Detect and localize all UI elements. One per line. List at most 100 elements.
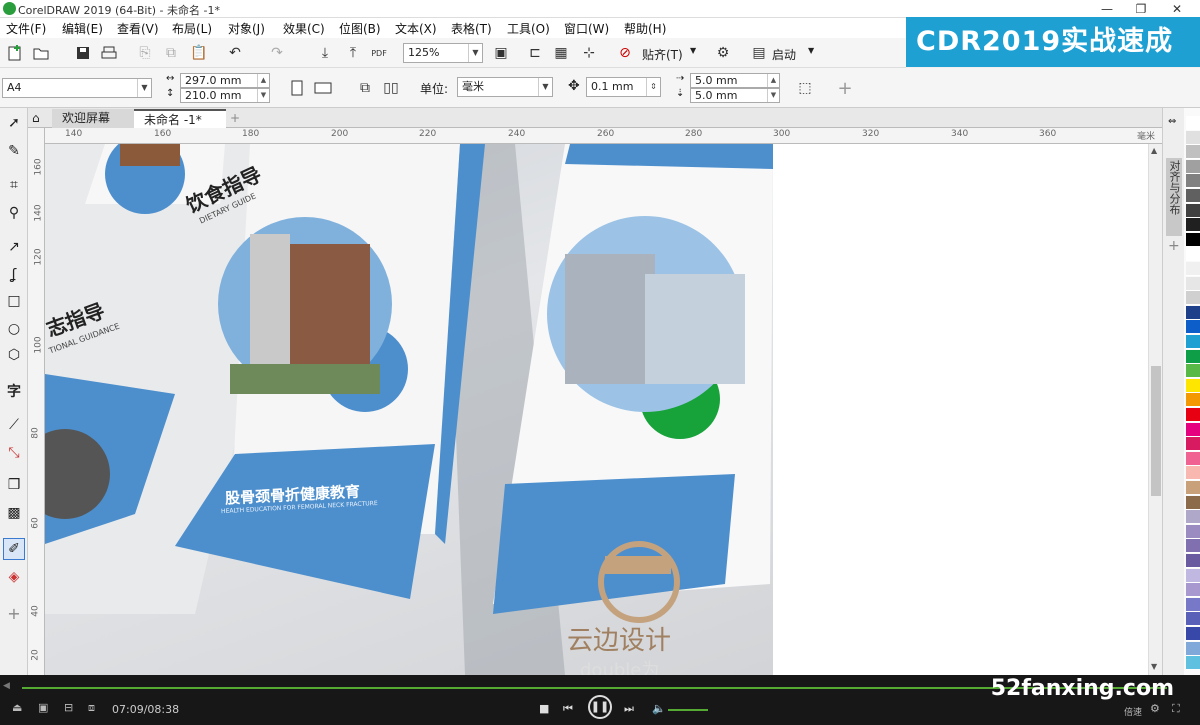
menu-object[interactable]: 对象(J) (228, 20, 265, 37)
previous-icon[interactable]: ⏮ (563, 702, 573, 716)
menu-file[interactable]: 文件(F) (6, 20, 46, 37)
scroll-down-icon[interactable]: ▼ (1151, 662, 1157, 671)
page-width-field[interactable]: 297.0 mm ▲ (180, 73, 270, 88)
pick-tool-icon[interactable]: ➚ (3, 112, 25, 134)
pause-icon[interactable]: ❚❚ (588, 695, 612, 719)
scroll-up-icon[interactable]: ▲ (1151, 146, 1157, 155)
settings-icon[interactable]: ⚙ (1150, 702, 1160, 715)
zoom-tool-icon[interactable]: ⚲ (3, 202, 25, 224)
treat-as-filled-icon[interactable]: ⬚ (794, 77, 816, 99)
seek-back-icon[interactable]: ◀ (3, 681, 10, 691)
menu-tools[interactable]: 工具(O) (507, 20, 550, 37)
import-icon[interactable]: ⤓ (314, 42, 336, 64)
show-rulers-icon[interactable]: ⊏ (524, 42, 546, 64)
current-page-icon[interactable]: ▯▯ (380, 77, 402, 99)
speed-button[interactable]: 倍速 (1124, 705, 1142, 718)
color-swatch[interactable] (1186, 481, 1200, 495)
launch-dropdown[interactable]: 启动 (772, 46, 796, 63)
color-swatch[interactable] (1186, 247, 1200, 262)
vertical-ruler[interactable]: 160 140 120 100 80 60 40 20 (28, 128, 45, 675)
page-size-combo[interactable]: A4 ▼ (2, 78, 152, 98)
text-tool-icon[interactable]: 字 (3, 380, 25, 402)
color-swatch[interactable] (1186, 641, 1200, 656)
subtitle-icon[interactable]: ⊟ (64, 701, 73, 714)
menu-table[interactable]: 表格(T) (451, 20, 492, 37)
brochure-mockup-image[interactable]: 饮食指导 DIETARY GUIDE 志指导 TIONAL GUIDANCE 股… (45, 144, 773, 675)
shape-tool-icon[interactable]: ✎ (3, 140, 25, 162)
scrollbar-thumb[interactable] (1151, 366, 1161, 496)
volume-slider[interactable] (668, 709, 708, 711)
color-swatch[interactable] (1186, 378, 1200, 393)
options-gear-icon[interactable]: ⚙ (712, 42, 734, 64)
drawing-canvas[interactable]: 饮食指导 DIETARY GUIDE 志指导 TIONAL GUIDANCE 股… (45, 144, 1148, 675)
color-swatch[interactable] (1186, 203, 1200, 218)
transparency-tool-icon[interactable]: ▩ (3, 502, 25, 524)
color-swatch[interactable] (1186, 276, 1200, 291)
add-docker-icon[interactable]: + (1168, 238, 1180, 254)
color-swatch[interactable] (1186, 116, 1200, 130)
menu-effects[interactable]: 效果(C) (283, 20, 325, 37)
export-pdf-icon[interactable]: PDF (368, 42, 390, 64)
menu-bitmaps[interactable]: 位图(B) (339, 20, 381, 37)
stop-icon[interactable]: ■ (539, 702, 549, 715)
parallel-dimension-tool-icon[interactable]: ⟋ (3, 414, 25, 436)
fullscreen-icon[interactable]: ⛶ (1172, 702, 1180, 716)
print-icon[interactable] (98, 42, 120, 64)
new-tab-icon[interactable]: + (226, 109, 246, 128)
spinner-icon[interactable]: ▲ (257, 74, 269, 87)
snap-to-dropdown[interactable]: 贴齐(T) (642, 46, 683, 63)
playlist-icon[interactable]: ▣ (38, 701, 48, 714)
color-swatch[interactable] (1186, 305, 1200, 320)
color-swatch[interactable] (1186, 174, 1200, 189)
portrait-icon[interactable] (286, 77, 308, 99)
add-tool-icon[interactable]: + (3, 602, 25, 624)
menu-edit[interactable]: 编辑(E) (62, 20, 103, 37)
vertical-scrollbar[interactable]: ▲ ▼ (1148, 144, 1162, 675)
color-swatch[interactable] (1186, 320, 1200, 335)
restore-button[interactable]: ❐ (1124, 0, 1158, 18)
color-swatch[interactable] (1186, 568, 1200, 583)
new-document-icon[interactable] (4, 42, 26, 64)
all-pages-icon[interactable]: ⧉ (354, 77, 376, 99)
color-swatch[interactable] (1186, 656, 1200, 671)
landscape-icon[interactable] (312, 77, 334, 99)
color-swatch[interactable] (1186, 335, 1200, 349)
color-swatch[interactable] (1186, 393, 1200, 408)
color-swatch[interactable] (1186, 554, 1200, 568)
menu-help[interactable]: 帮助(H) (624, 20, 666, 37)
spinner-icon[interactable]: ▲ (767, 74, 779, 87)
color-swatch[interactable] (1186, 451, 1200, 466)
color-swatch[interactable] (1186, 524, 1200, 539)
drop-shadow-tool-icon[interactable]: ❒ (3, 474, 25, 496)
eject-icon[interactable]: ⏏ (12, 701, 22, 714)
color-swatch[interactable] (1186, 364, 1200, 379)
horizontal-ruler[interactable]: 140 160 180 200 220 240 260 280 300 320 … (45, 128, 1162, 144)
color-swatch[interactable] (1186, 466, 1200, 481)
color-swatch[interactable] (1186, 159, 1200, 174)
undo-icon[interactable]: ↶ (224, 42, 246, 64)
menu-layout[interactable]: 布局(L) (172, 20, 212, 37)
nudge-distance-field[interactable]: 0.1 mm ⇕ (586, 77, 661, 97)
color-swatch[interactable] (1186, 597, 1200, 612)
show-grid-icon[interactable]: ▦ (550, 42, 572, 64)
color-swatch[interactable] (1186, 539, 1200, 554)
save-icon[interactable] (72, 42, 94, 64)
connector-tool-icon[interactable]: ⤡ (3, 442, 25, 464)
ellipse-tool-icon[interactable]: ○ (3, 318, 25, 340)
tab-untitled-1[interactable]: 未命名 -1* (134, 109, 226, 128)
duplicate-x-field[interactable]: 5.0 mm ▲ (690, 73, 780, 88)
close-button[interactable]: ✕ (1160, 0, 1194, 18)
crop-tool-icon[interactable]: ⌗ (3, 174, 25, 196)
next-icon[interactable]: ⏭ (624, 702, 634, 716)
color-swatch[interactable] (1186, 495, 1200, 510)
menu-window[interactable]: 窗口(W) (564, 20, 609, 37)
spinner-icon[interactable]: ▼ (767, 89, 779, 102)
color-swatch[interactable] (1186, 349, 1200, 364)
export-icon[interactable]: ⤒ (342, 42, 364, 64)
color-swatch[interactable] (1186, 291, 1200, 306)
zoom-level-combo[interactable]: 125% ▼ (403, 43, 483, 63)
open-folder-icon[interactable] (30, 42, 52, 64)
color-swatch[interactable] (1186, 437, 1200, 452)
cut-icon[interactable]: ⎘ (134, 42, 156, 64)
eyedropper-tool-icon[interactable]: ✐ (3, 538, 25, 560)
